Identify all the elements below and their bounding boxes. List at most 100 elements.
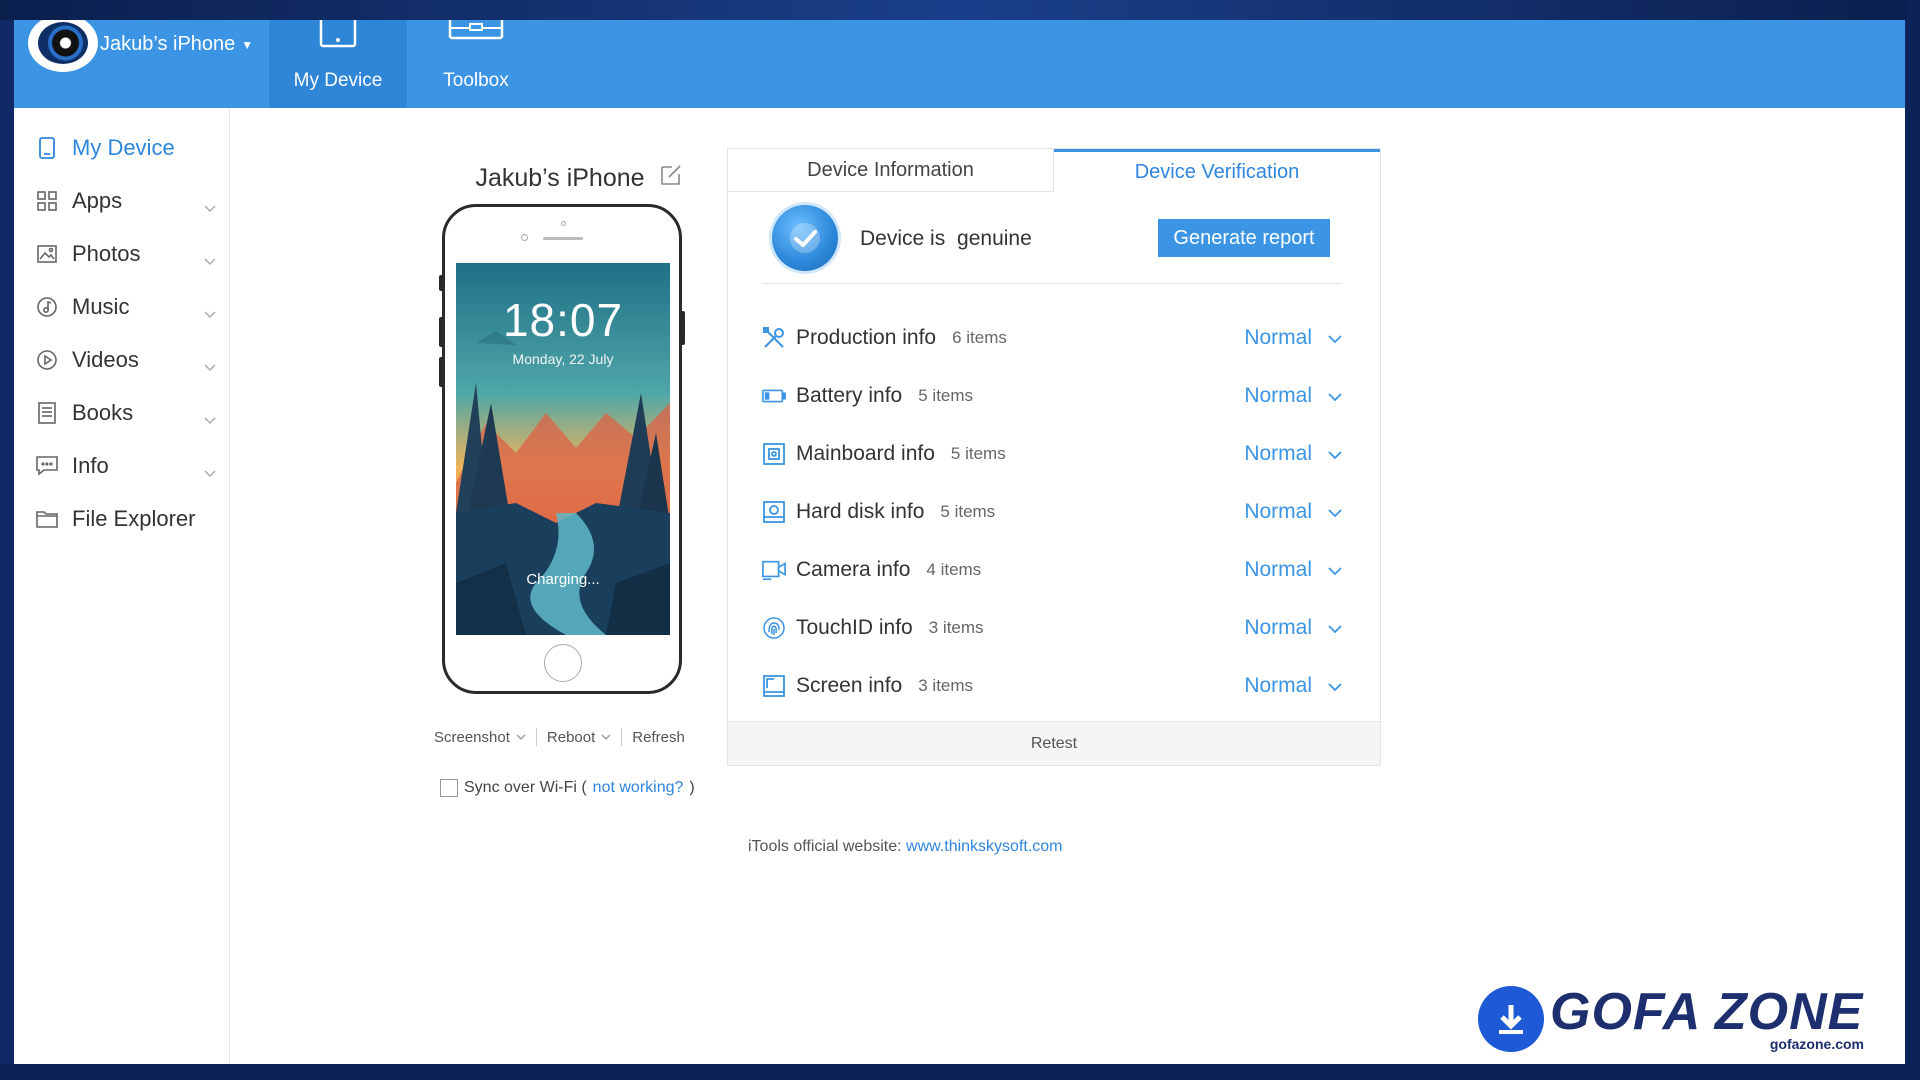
- chevron-down-icon: [1328, 331, 1342, 349]
- tab-my-device[interactable]: My Device: [269, 20, 407, 108]
- info-row-production[interactable]: Production info 6 items Normal: [762, 318, 1342, 358]
- action-separator: [621, 728, 623, 746]
- chevron-down-icon: [516, 734, 526, 740]
- info-row-screen[interactable]: Screen info 3 items Normal: [762, 666, 1342, 706]
- top-header: Jakub’s iPhone ▼ My Device Toolbox: [14, 20, 1905, 108]
- row-label: Screen info: [796, 674, 903, 697]
- window-frame-right: [1906, 0, 1920, 1080]
- phone-preview: 18:07 Monday, 22 July Charging...: [439, 204, 685, 694]
- sidebar-item-apps[interactable]: Apps: [14, 175, 230, 227]
- sync-wifi-checkbox[interactable]: [440, 779, 458, 797]
- chevron-down-icon: [204, 458, 216, 484]
- device-actions: Screenshot Reboot Refresh: [434, 726, 694, 748]
- chevron-down-icon: [204, 193, 216, 219]
- info-row-touchid[interactable]: TouchID info 3 items Normal: [762, 608, 1342, 648]
- row-status: Normal: [1244, 442, 1312, 465]
- sidebar-item-label: Photos: [72, 241, 141, 266]
- eye-logo-icon: [38, 22, 88, 64]
- official-website-link[interactable]: www.thinkskysoft.com: [906, 838, 1062, 855]
- disk-icon: [762, 500, 786, 524]
- row-label: Hard disk info: [796, 500, 925, 523]
- edit-icon[interactable]: [659, 163, 683, 194]
- refresh-button[interactable]: Refresh: [632, 729, 685, 746]
- tab-device-verification[interactable]: Device Verification: [1054, 149, 1380, 192]
- tab-device-information-label: Device Information: [807, 158, 974, 181]
- lock-screen-date: Monday, 22 July: [512, 351, 614, 367]
- sidebar-item-photos[interactable]: Photos: [14, 228, 230, 280]
- chevron-down-icon: [204, 405, 216, 431]
- chevron-down-icon: [1328, 679, 1342, 697]
- device-name: Jakub’s iPhone: [475, 163, 645, 192]
- window-frame-bottom: [0, 1064, 1920, 1080]
- check-badge-icon: [772, 205, 838, 271]
- info-row-battery[interactable]: Battery info 5 items Normal: [762, 376, 1342, 416]
- caret-down-icon: ▼: [241, 37, 254, 52]
- reboot-button[interactable]: Reboot: [547, 729, 611, 746]
- chevron-down-icon: [1328, 389, 1342, 407]
- action-separator: [535, 728, 537, 746]
- footer-label: iTools official website:: [748, 838, 902, 855]
- screenshot-label: Screenshot: [434, 728, 510, 746]
- phone-icon: [36, 137, 58, 159]
- row-label: Battery info: [796, 384, 903, 407]
- row-status: Normal: [1244, 616, 1312, 639]
- chip-icon: [762, 442, 786, 466]
- row-count: 3 items: [928, 618, 984, 637]
- window-frame-top: [0, 0, 1920, 20]
- itools-window: Jakub’s iPhone ▼ My Device Toolbox My De…: [14, 20, 1905, 1064]
- folder-icon: [36, 508, 58, 530]
- music-icon: [36, 296, 58, 318]
- sidebar-item-file-explorer[interactable]: File Explorer: [14, 493, 230, 545]
- screenshot-button[interactable]: Screenshot: [434, 729, 526, 746]
- battery-icon: [762, 384, 786, 408]
- genuine-status-row: Device is genuine Generate report: [772, 205, 1342, 277]
- retest-button[interactable]: Retest: [728, 721, 1380, 765]
- sidebar-item-my-device[interactable]: My Device: [14, 122, 230, 174]
- footer: iTools official website: www.thinkskysof…: [748, 838, 1063, 856]
- panel-divider: [762, 283, 1342, 284]
- tab-toolbox[interactable]: Toolbox: [407, 20, 545, 108]
- row-label: Mainboard info: [796, 442, 935, 465]
- sidebar-item-label: Apps: [72, 188, 123, 213]
- genuine-status: genuine: [957, 227, 1032, 250]
- phone-mute-switch: [439, 275, 444, 291]
- not-working-link[interactable]: not working?: [593, 779, 684, 797]
- watermark-brand: GOFA ZONE: [1550, 983, 1864, 1041]
- sidebar-item-label: Books: [72, 400, 134, 425]
- phone-volume-down: [439, 357, 444, 387]
- sidebar-item-label: My Device: [72, 135, 175, 160]
- sidebar-item-info[interactable]: Info: [14, 440, 230, 492]
- panel-tabs: Device Information Device Verification: [728, 149, 1380, 192]
- sidebar-item-videos[interactable]: Videos: [14, 334, 230, 386]
- device-name-row: Jakub’s iPhone: [459, 160, 699, 196]
- genuine-text: Device is genuine: [860, 227, 1032, 251]
- tab-device-information[interactable]: Device Information: [728, 149, 1054, 192]
- tab-my-device-label: My Device: [293, 70, 383, 91]
- genuine-label: Device is: [860, 227, 946, 250]
- lock-screen-clock: 18:07: [502, 294, 624, 346]
- reboot-label: Reboot: [546, 728, 596, 746]
- sidebar-item-label: Music: [72, 294, 130, 319]
- chevron-down-icon: [1328, 447, 1342, 465]
- play-icon: [36, 349, 58, 371]
- sync-wifi-row: Sync over Wi-Fi ( not working? ): [440, 777, 695, 799]
- download-arrow-icon: [1478, 986, 1544, 1052]
- device-selector[interactable]: Jakub’s iPhone ▼: [100, 33, 253, 56]
- app-logo: [28, 20, 98, 72]
- phone-speaker: [543, 237, 583, 240]
- phone-front-camera: [521, 234, 528, 241]
- info-row-camera[interactable]: Camera info 4 items Normal: [762, 550, 1342, 590]
- sidebar-item-books[interactable]: Books: [14, 387, 230, 439]
- sidebar-item-music[interactable]: Music: [14, 281, 230, 333]
- refresh-label: Refresh: [632, 728, 685, 746]
- sidebar-item-label: File Explorer: [72, 506, 196, 531]
- phone-home-button: [544, 644, 582, 682]
- chevron-down-icon: [601, 734, 611, 740]
- toolbox-tab-icon: [448, 20, 504, 50]
- phone-volume-up: [439, 317, 444, 347]
- info-row-hard-disk[interactable]: Hard disk info 5 items Normal: [762, 492, 1342, 532]
- book-icon: [36, 402, 58, 424]
- info-row-mainboard[interactable]: Mainboard info 5 items Normal: [762, 434, 1342, 474]
- chevron-down-icon: [1328, 621, 1342, 639]
- generate-report-button[interactable]: Generate report: [1158, 219, 1330, 257]
